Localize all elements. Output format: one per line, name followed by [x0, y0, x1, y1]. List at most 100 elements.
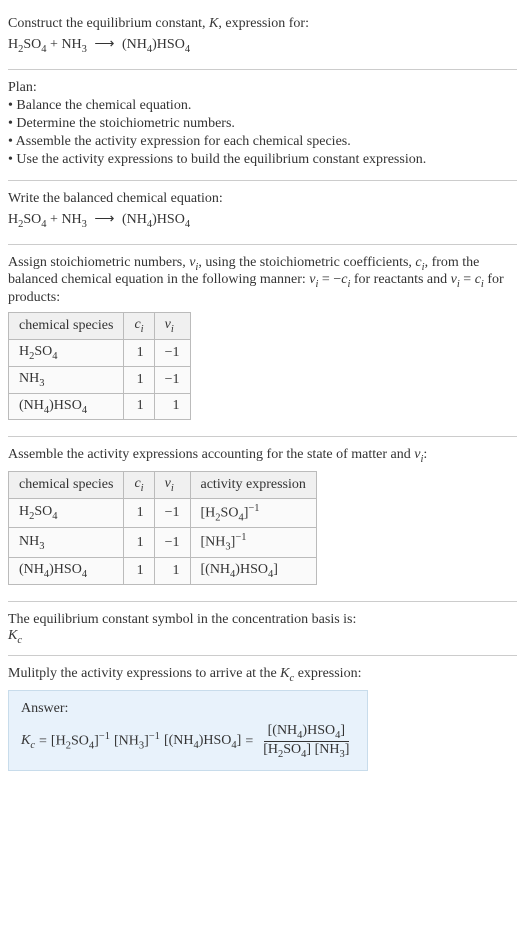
t: H — [19, 504, 29, 519]
reactant1-h: H — [8, 37, 18, 52]
kc: Kc — [21, 733, 35, 751]
t: [(NH — [201, 562, 231, 577]
text: for reactants and — [350, 272, 450, 287]
stoich-intro: Assign stoichiometric numbers, νi, using… — [8, 255, 517, 307]
col-ci: ci — [124, 472, 154, 499]
divider — [8, 244, 517, 245]
t: (NH — [19, 398, 44, 413]
kc-expression: Kc = [H2SO4]−1 [NH3]−1 [(NH4)HSO4] = [(N… — [21, 723, 355, 760]
t: SO — [221, 506, 239, 521]
t: SO — [71, 734, 89, 749]
plus: + — [47, 37, 62, 52]
equals: = — [39, 734, 47, 750]
product-nh: (NH — [122, 212, 147, 227]
t: )HSO — [49, 398, 82, 413]
product-nh: (NH — [122, 37, 147, 52]
divider — [8, 436, 517, 437]
text: , using the stoichiometric coefficients, — [198, 255, 415, 270]
t: [H — [201, 506, 216, 521]
cell-ci: 1 — [124, 366, 154, 393]
cell-species: H2SO4 — [9, 498, 124, 527]
basis-text: The equilibrium constant symbol in the c… — [8, 612, 517, 628]
t: NH — [19, 534, 39, 549]
t: NH — [19, 371, 39, 386]
balanced-section: Write the balanced chemical equation: H2… — [8, 183, 517, 242]
stoich-section: Assign stoichiometric numbers, νi, using… — [8, 247, 517, 435]
product-sub2: 4 — [185, 219, 190, 230]
cell-ci: 1 — [124, 498, 154, 527]
balanced-title: Write the balanced chemical equation: — [8, 191, 517, 207]
cell-nui: 1 — [154, 557, 190, 584]
plan-item: • Determine the stoichiometric numbers. — [8, 116, 517, 132]
kc-symbol: Kc — [8, 628, 517, 646]
t: ] — [306, 742, 311, 757]
term-h2so4: [H2SO4]−1 — [51, 731, 110, 751]
reactant1-so: SO — [23, 212, 41, 227]
t: )HSO — [302, 723, 335, 738]
cell-activity: [H2SO4]−1 — [190, 498, 316, 527]
reactant2-nh: NH — [61, 212, 81, 227]
sub-i: i — [171, 324, 174, 335]
cell-species: (NH4)HSO4 — [9, 393, 124, 420]
text: : — [423, 447, 427, 462]
text: expression: — [294, 666, 361, 681]
t: ] — [345, 742, 350, 757]
numerator: [(NH4)HSO4] — [264, 723, 349, 742]
product-hso: )HSO — [152, 212, 185, 227]
cell-nui: −1 — [154, 366, 190, 393]
exp: −1 — [149, 731, 160, 742]
plan-item: • Balance the chemical equation. — [8, 98, 517, 114]
table-row: H2SO4 1 −1 [H2SO4]−1 — [9, 498, 317, 527]
t: )HSO — [199, 733, 232, 748]
t: (NH — [19, 562, 44, 577]
t: [H — [263, 742, 278, 757]
multiply-intro: Mulitply the activity expressions to arr… — [8, 666, 517, 684]
answer-label: Answer: — [21, 701, 355, 717]
t: SO — [34, 344, 52, 359]
cell-ci: 1 — [124, 528, 154, 557]
text: Assign stoichiometric numbers, — [8, 255, 189, 270]
reactant1-h: H — [8, 212, 18, 227]
cell-activity: [(NH4)HSO4] — [190, 557, 316, 584]
t: ] — [340, 723, 345, 738]
cell-nui: −1 — [154, 528, 190, 557]
term-nh3: [NH3]−1 — [114, 731, 160, 751]
equals: = — [245, 734, 253, 750]
s: 3 — [39, 541, 44, 552]
cell-ci: 1 — [124, 339, 154, 366]
table-header-row: chemical species ci νi activity expressi… — [9, 472, 317, 499]
prompt-line: Construct the equilibrium constant, K, e… — [8, 16, 517, 32]
t: [(NH — [268, 723, 298, 738]
t: )HSO — [49, 562, 82, 577]
reactant2-nh: NH — [61, 37, 81, 52]
table-row: (NH4)HSO4 1 1 — [9, 393, 191, 420]
prompt-text: Construct the equilibrium constant, — [8, 16, 209, 31]
cell-species: (NH4)HSO4 — [9, 557, 124, 584]
table-row: H2SO4 1 −1 — [9, 339, 191, 366]
sub-i: i — [141, 324, 144, 335]
reactant2-sub: 3 — [82, 44, 87, 55]
fraction: [(NH4)HSO4] [H2SO4] [NH3] — [259, 723, 353, 760]
cell-species: H2SO4 — [9, 339, 124, 366]
s: 3 — [39, 378, 44, 389]
table-header-row: chemical species ci νi — [9, 313, 191, 340]
prompt-text-2: , expression for: — [218, 16, 309, 31]
t: H — [19, 344, 29, 359]
text: = − — [318, 272, 341, 287]
arrow-icon: ⟶ — [94, 212, 114, 227]
t: ] — [237, 733, 242, 748]
stoich-table: chemical species ci νi H2SO4 1 −1 NH3 1 … — [8, 312, 191, 420]
sub-c: c — [17, 634, 22, 645]
t: SO — [34, 504, 52, 519]
s: 4 — [82, 404, 87, 415]
activity-table: chemical species ci νi activity expressi… — [8, 471, 317, 585]
plan-item: • Use the activity expressions to build … — [8, 152, 517, 168]
exp: −1 — [99, 731, 110, 742]
t: [(NH — [164, 733, 194, 748]
cell-species: NH3 — [9, 366, 124, 393]
sub-i: i — [141, 483, 144, 494]
divider — [8, 69, 517, 70]
exp: −1 — [248, 503, 259, 514]
text: Assemble the activity expressions accoun… — [8, 447, 414, 462]
product-sub2: 4 — [185, 44, 190, 55]
